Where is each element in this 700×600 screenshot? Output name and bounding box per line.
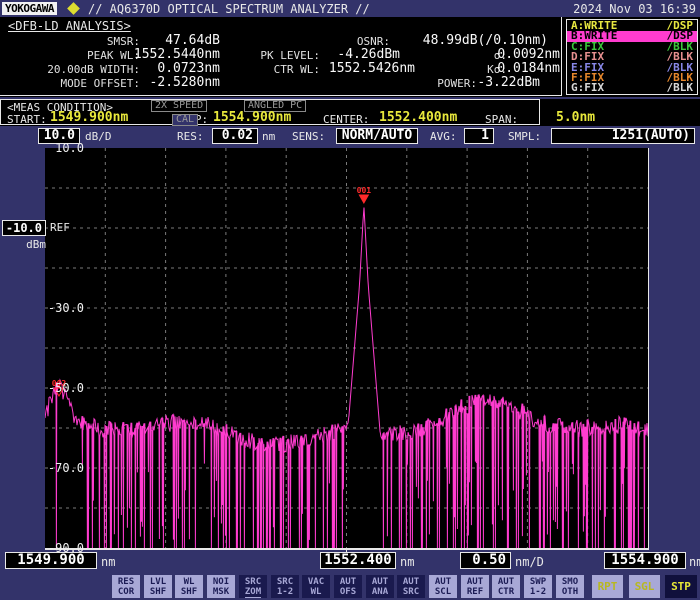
smpl-label: SMPL: (508, 130, 541, 143)
peak-marker-label-001: 001 (357, 186, 372, 195)
y-tick-label: 10.0 (14, 141, 84, 155)
smpl-box[interactable]: 1251(AUTO) (551, 128, 695, 144)
res-box[interactable]: 0.02 (212, 128, 258, 144)
smsr-value: 47.64dB (120, 33, 220, 48)
res-unit: nm (262, 130, 275, 143)
speed-badge: 2X SPEED (151, 100, 207, 112)
ref-level-box: -10.0 (2, 220, 46, 236)
brand-logo: YOKOGAWA (2, 2, 57, 15)
analysis-header: <DFB-LD ANALYSIS> (8, 19, 131, 33)
x-start-unit: nm (101, 555, 115, 569)
ref-level-unit: dBm (2, 238, 46, 251)
x-stop-unit: nm (689, 555, 700, 569)
ref-marker-label: REF (50, 221, 70, 234)
spectrum-svg: 001002 (45, 148, 648, 548)
cal-badge: CAL (172, 114, 198, 126)
sweep-key-stp[interactable]: STP (665, 575, 697, 598)
x-center-box: 1552.400 (320, 552, 396, 569)
trace-mode: /BLK (667, 83, 694, 93)
analysis-strip: <DFB-LD ANALYSIS> SMSR: 47.64dB PEAK WL:… (0, 17, 700, 97)
center-value: 1552.400nm (379, 110, 457, 125)
softkey-res-cor[interactable]: RESCOR (112, 575, 140, 598)
meas-strip: <MEAS CONDITION> 2X SPEED ANGLED PC STAR… (0, 99, 700, 126)
softkey-aut-ofs[interactable]: AUTOFS (334, 575, 362, 598)
ksigma-value: 0.0184nm (490, 61, 560, 76)
app-title: // AQ6370D OPTICAL SPECTRUM ANALYZER // (88, 2, 370, 16)
softkey-aut-ana[interactable]: AUTANA (366, 575, 394, 598)
softkey-aut-scl[interactable]: AUTSCL (429, 575, 457, 598)
avg-box[interactable]: 1 (464, 128, 494, 144)
softkey-vac-wl[interactable]: VACWL (302, 575, 330, 598)
softkey-smo-oth[interactable]: SMOOTH (556, 575, 584, 598)
peak-marker-001 (359, 195, 368, 203)
avg-label: AVG: (430, 130, 457, 143)
softkey-aut-src[interactable]: AUTSRC (397, 575, 425, 598)
sweep-key-rpt[interactable]: RPT (592, 575, 623, 598)
softkey-aut-ref[interactable]: AUTREF (461, 575, 489, 598)
power-value: -3.22dBm (440, 75, 540, 90)
start-label: START: (7, 113, 47, 126)
osa-screen: YOKOGAWA // AQ6370D OPTICAL SPECTRUM ANA… (0, 0, 700, 600)
trace-name: G:FIX (571, 83, 604, 93)
x-stop-box: 1554.900 (604, 552, 686, 569)
softkey-toolbar: RESCORLVLSHFWLSHFNOIMSKSRCZOMSRC1-2VACWL… (0, 574, 700, 600)
softkey-swp-1-2[interactable]: SWP1-2 (524, 575, 552, 598)
sweep-key-sgl[interactable]: SGL (629, 575, 660, 598)
softkey-noi-msk[interactable]: NOIMSK (207, 575, 235, 598)
pk-level-value: -4.26dBm (300, 47, 400, 62)
res-label: RES: (177, 130, 204, 143)
softkey-lvl-shf[interactable]: LVLSHF (144, 575, 172, 598)
x-scale-box: 0.50 (460, 552, 511, 569)
title-bar: YOKOGAWA // AQ6370D OPTICAL SPECTRUM ANA… (0, 0, 700, 17)
softkey-wl-shf[interactable]: WLSHF (175, 575, 203, 598)
osnr-value: 48.99dB(/0.10nm) (418, 33, 548, 48)
ctr-wl-value: 1552.5426nm (315, 61, 415, 76)
trace-row-g[interactable]: G:FIX/BLK (567, 83, 697, 93)
brand-diamond-icon (67, 2, 80, 15)
y-tick-label: -70.0 (14, 461, 84, 475)
sigma-value: 0.0092nm (490, 47, 560, 62)
peak-wl-value: 1552.5440nm (120, 47, 220, 62)
spectrum-trace (45, 208, 648, 549)
dfb-ld-analysis-panel: <DFB-LD ANALYSIS> SMSR: 47.64dB PEAK WL:… (0, 17, 562, 96)
start-value: 1549.900nm (50, 110, 128, 125)
spectrum-plot: 001002 (45, 148, 649, 550)
x-scale-unit: nm/D (515, 555, 544, 569)
y-tick-label: -50.0 (14, 381, 84, 395)
span-label: SPAN: (485, 113, 518, 126)
softkey-aut-ctr[interactable]: AUTCTR (492, 575, 520, 598)
datetime: 2024 Nov 03 16:39 (573, 2, 696, 16)
x-center-unit: nm (400, 555, 414, 569)
meas-condition-panel: <MEAS CONDITION> 2X SPEED ANGLED PC STAR… (0, 99, 540, 125)
softkey-src-zom[interactable]: SRCZOM (239, 575, 267, 598)
softkey-src-1-2[interactable]: SRC1-2 (271, 575, 299, 598)
width-value: 0.0723nm (120, 61, 220, 76)
sens-label: SENS: (292, 130, 325, 143)
center-label: CENTER: (323, 113, 369, 126)
level-scale-unit: dB/D (85, 130, 112, 143)
y-tick-label: -30.0 (14, 301, 84, 315)
ctr-wl-label: CTR WL: (230, 63, 320, 76)
stop-value: 1554.900nm (213, 110, 291, 125)
x-start-box: 1549.900 (5, 552, 97, 569)
trace-legend-panel: A:WRITE/DSPB:WRITE/DSPC:FIX/BLKD:FIX/BLK… (566, 19, 698, 95)
span-value: 5.0nm (556, 110, 595, 125)
mode-offset-value: -2.5280nm (120, 75, 220, 90)
sens-box[interactable]: NORM/AUTO (336, 128, 418, 144)
